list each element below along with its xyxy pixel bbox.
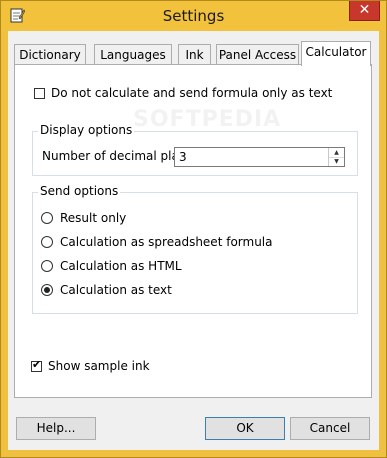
decimal-places-value: 3 [179, 150, 187, 164]
checkmark-icon: ✔ [32, 358, 42, 371]
radio-calculation-text[interactable] [41, 284, 53, 296]
radio-spreadsheet-formula-label: Calculation as spreadsheet formula [60, 235, 273, 249]
radio-result-only-label: Result only [60, 211, 127, 225]
no-calculate-checkbox[interactable] [34, 88, 45, 99]
display-options-title: Display options [38, 123, 135, 137]
show-sample-ink-checkbox[interactable]: ✔ [31, 358, 42, 372]
title-bar[interactable]: Settings ✕ [1, 1, 386, 31]
close-button[interactable]: ✕ [349, 1, 380, 21]
spinner-buttons: ▲ ▼ [328, 148, 344, 166]
send-options-title: Send options [38, 184, 121, 198]
radio-calculation-html-label: Calculation as HTML [60, 259, 182, 273]
calculator-tab-panel: SOFTPEDIA Do not calculate and send form… [14, 64, 372, 398]
radio-calculation-text-label: Calculation as text [60, 283, 172, 297]
radio-result-only[interactable] [41, 212, 53, 224]
ok-button[interactable]: OK [205, 417, 285, 440]
tab-calculator[interactable]: Calculator [301, 41, 371, 66]
tab-languages[interactable]: Languages [94, 44, 172, 65]
tab-strip: Dictionary Languages Ink Panel Access Ca… [14, 41, 374, 66]
radio-selected-dot [44, 287, 50, 293]
decimal-places-spinner[interactable]: 3 ▲ ▼ [174, 147, 345, 167]
tab-panel-access[interactable]: Panel Access [216, 44, 299, 65]
radio-spreadsheet-formula[interactable] [41, 236, 53, 248]
window-title: Settings [162, 7, 225, 25]
tab-ink[interactable]: Ink [178, 44, 211, 65]
radio-calculation-html[interactable] [41, 260, 53, 272]
dialog-client-area: Dictionary Languages Ink Panel Access Ca… [8, 31, 379, 450]
show-sample-ink-label: Show sample ink [48, 359, 150, 373]
tab-dictionary[interactable]: Dictionary [14, 44, 86, 65]
spin-down-icon[interactable]: ▼ [329, 157, 344, 166]
watermark: SOFTPEDIA [133, 107, 282, 132]
no-calculate-label: Do not calculate and send formula only a… [51, 86, 333, 100]
cancel-button[interactable]: Cancel [290, 417, 370, 440]
settings-window: Settings ✕ Dictionary Languages Ink Pane… [0, 0, 387, 458]
help-button[interactable]: Help... [16, 417, 96, 440]
